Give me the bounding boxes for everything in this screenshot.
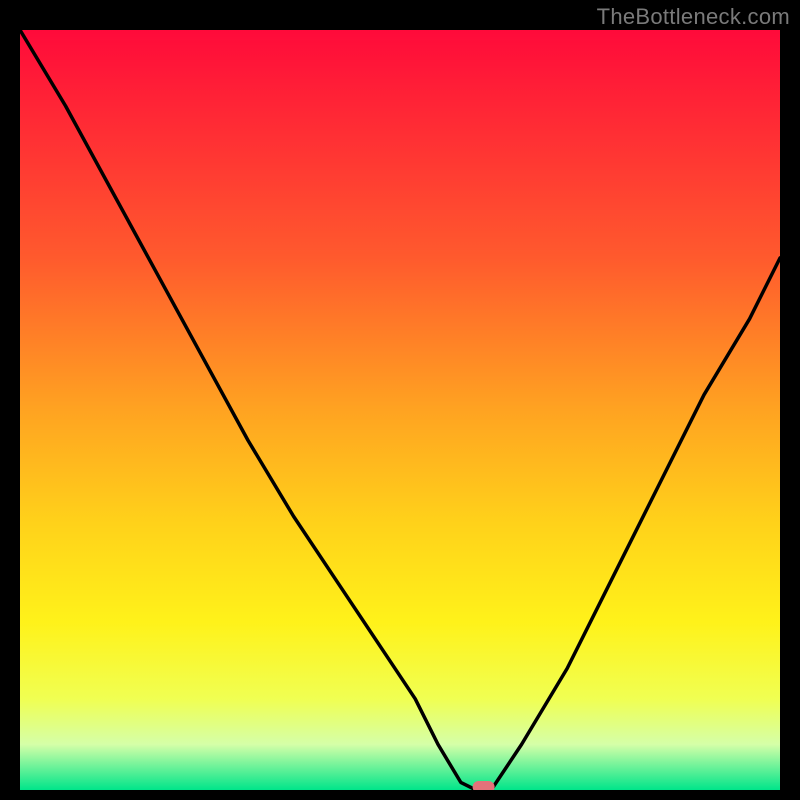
optimal-point-marker (473, 781, 495, 790)
chart-frame: TheBottleneck.com (0, 0, 800, 800)
bottleneck-chart (20, 30, 780, 790)
watermark-text: TheBottleneck.com (597, 4, 790, 30)
